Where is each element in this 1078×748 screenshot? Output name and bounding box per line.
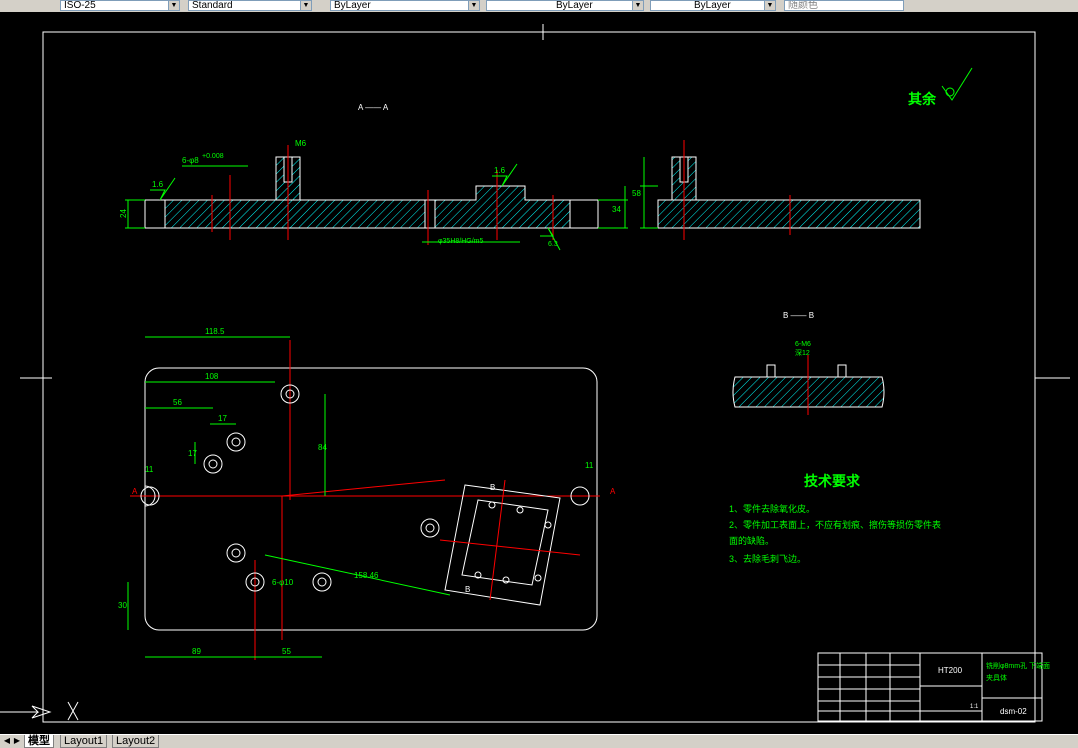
- svg-text:11: 11: [585, 461, 594, 470]
- svg-text:+0.008: +0.008: [202, 153, 224, 160]
- textstyle-dropdown[interactable]: Standard ▼: [188, 0, 312, 11]
- svg-text:1、零件去除氧化皮。: 1、零件去除氧化皮。: [729, 503, 815, 514]
- svg-text:技术要求: 技术要求: [804, 473, 861, 489]
- svg-text:面的缺陷。: 面的缺陷。: [729, 535, 774, 546]
- plotstyle-dropdown[interactable]: 随颜色: [784, 0, 904, 11]
- svg-text:17: 17: [218, 414, 227, 423]
- tab-layout2[interactable]: Layout2: [112, 735, 160, 748]
- lineweight-dropdown[interactable]: ByLayer ▼: [650, 0, 776, 11]
- linetype-value: ByLayer: [556, 0, 593, 11]
- svg-text:6-φ10: 6-φ10: [272, 578, 294, 587]
- svg-text:58: 58: [632, 189, 641, 198]
- tab-next-arrow-icon[interactable]: ▶: [12, 735, 22, 747]
- svg-text:30: 30: [118, 601, 127, 610]
- svg-text:2、零件加工表面上，不应有划痕、擦伤等损伤零件表: 2、零件加工表面上，不应有划痕、擦伤等损伤零件表: [729, 519, 941, 530]
- chevron-down-icon[interactable]: ▼: [764, 1, 775, 10]
- title-block: HT200 铣削φ8mm孔 下端面 夹具体 dsm-02 1:1: [817, 652, 1050, 722]
- svg-text:11: 11: [145, 465, 154, 474]
- svg-text:1.6: 1.6: [152, 180, 164, 189]
- section-aa-view: 24 34 M6 6-φ8 +0.008 1.6 1.6 φ35H8/HG/m5…: [119, 139, 628, 251]
- tab-model[interactable]: 模型: [24, 735, 54, 748]
- svg-text:3、去除毛刺飞边。: 3、去除毛刺飞边。: [729, 553, 806, 564]
- svg-text:A: A: [132, 487, 138, 496]
- linetype-dropdown[interactable]: ByLayer ▼: [486, 0, 644, 11]
- svg-text:118.5: 118.5: [205, 327, 225, 336]
- section-bb-label: B —— B: [783, 311, 814, 320]
- cad-drawing: A —— A 其余 24 34 M6 6-φ8 +0.008 1.6 1.6 6…: [0, 24, 1070, 723]
- plotstyle-value: 随颜色: [788, 0, 818, 11]
- sheet-border: [42, 31, 1036, 723]
- svg-text:56: 56: [173, 398, 182, 407]
- layout-tabs-bar: ◀ ▶ 模型 Layout1 Layout2: [0, 734, 1078, 748]
- svg-text:A: A: [610, 487, 616, 496]
- chevron-down-icon[interactable]: ▼: [168, 1, 179, 10]
- svg-text:34: 34: [612, 205, 621, 214]
- svg-text:24: 24: [119, 209, 128, 218]
- svg-text:89: 89: [192, 647, 201, 656]
- plan-view: 118.5 108 56 17 17 84 89 55 30 11 11 158…: [118, 327, 616, 660]
- svg-text:铣削φ8mm孔 下端面: 铣削φ8mm孔 下端面: [986, 661, 1050, 670]
- chevron-down-icon[interactable]: ▼: [300, 1, 311, 10]
- layer-color-dropdown[interactable]: ByLayer ▼: [330, 0, 480, 11]
- svg-text:M6: M6: [295, 139, 307, 148]
- chevron-down-icon[interactable]: ▼: [468, 1, 479, 10]
- side-view: 58: [632, 140, 921, 240]
- technical-requirements: 技术要求 1、零件去除氧化皮。 2、零件加工表面上，不应有划痕、擦伤等损伤零件表…: [729, 473, 941, 564]
- drawing-canvas[interactable]: A —— A 其余 24 34 M6 6-φ8 +0.008 1.6 1.6 6…: [0, 12, 1078, 734]
- svg-text:1:1: 1:1: [970, 704, 979, 710]
- dimstyle-dropdown[interactable]: ISO-25 ▼: [60, 0, 180, 11]
- dimstyle-value: ISO-25: [64, 0, 96, 11]
- textstyle-value: Standard: [192, 0, 233, 11]
- tab-prev-arrow-icon[interactable]: ◀: [2, 735, 12, 747]
- roughness-other-label: 其余: [908, 91, 937, 107]
- roughness-symbol-icon: [941, 67, 973, 101]
- svg-text:84: 84: [318, 443, 327, 452]
- svg-text:B: B: [490, 483, 495, 492]
- roughness-circle-icon: [945, 87, 955, 97]
- svg-text:HT200: HT200: [938, 666, 963, 675]
- chevron-down-icon[interactable]: ▼: [632, 1, 643, 10]
- ucs-icon: [0, 701, 79, 721]
- svg-text:6.3: 6.3: [548, 241, 558, 248]
- layer-color-value: ByLayer: [334, 0, 371, 11]
- section-aa-label: A —— A: [358, 103, 389, 112]
- svg-text:6-M6: 6-M6: [795, 341, 811, 348]
- svg-text:1.6: 1.6: [494, 166, 506, 175]
- svg-text:108: 108: [205, 372, 219, 381]
- svg-text:17: 17: [188, 449, 197, 458]
- svg-text:dsm-02: dsm-02: [1000, 707, 1027, 716]
- svg-text:B: B: [465, 585, 470, 594]
- lineweight-value: ByLayer: [694, 0, 731, 11]
- svg-text:55: 55: [282, 647, 291, 656]
- tab-layout1[interactable]: Layout1: [60, 735, 108, 748]
- svg-text:深12: 深12: [795, 348, 810, 357]
- svg-text:6-φ8: 6-φ8: [182, 156, 199, 165]
- svg-text:夹具体: 夹具体: [986, 673, 1007, 682]
- section-bb-view: 6-M6 深12: [732, 341, 885, 415]
